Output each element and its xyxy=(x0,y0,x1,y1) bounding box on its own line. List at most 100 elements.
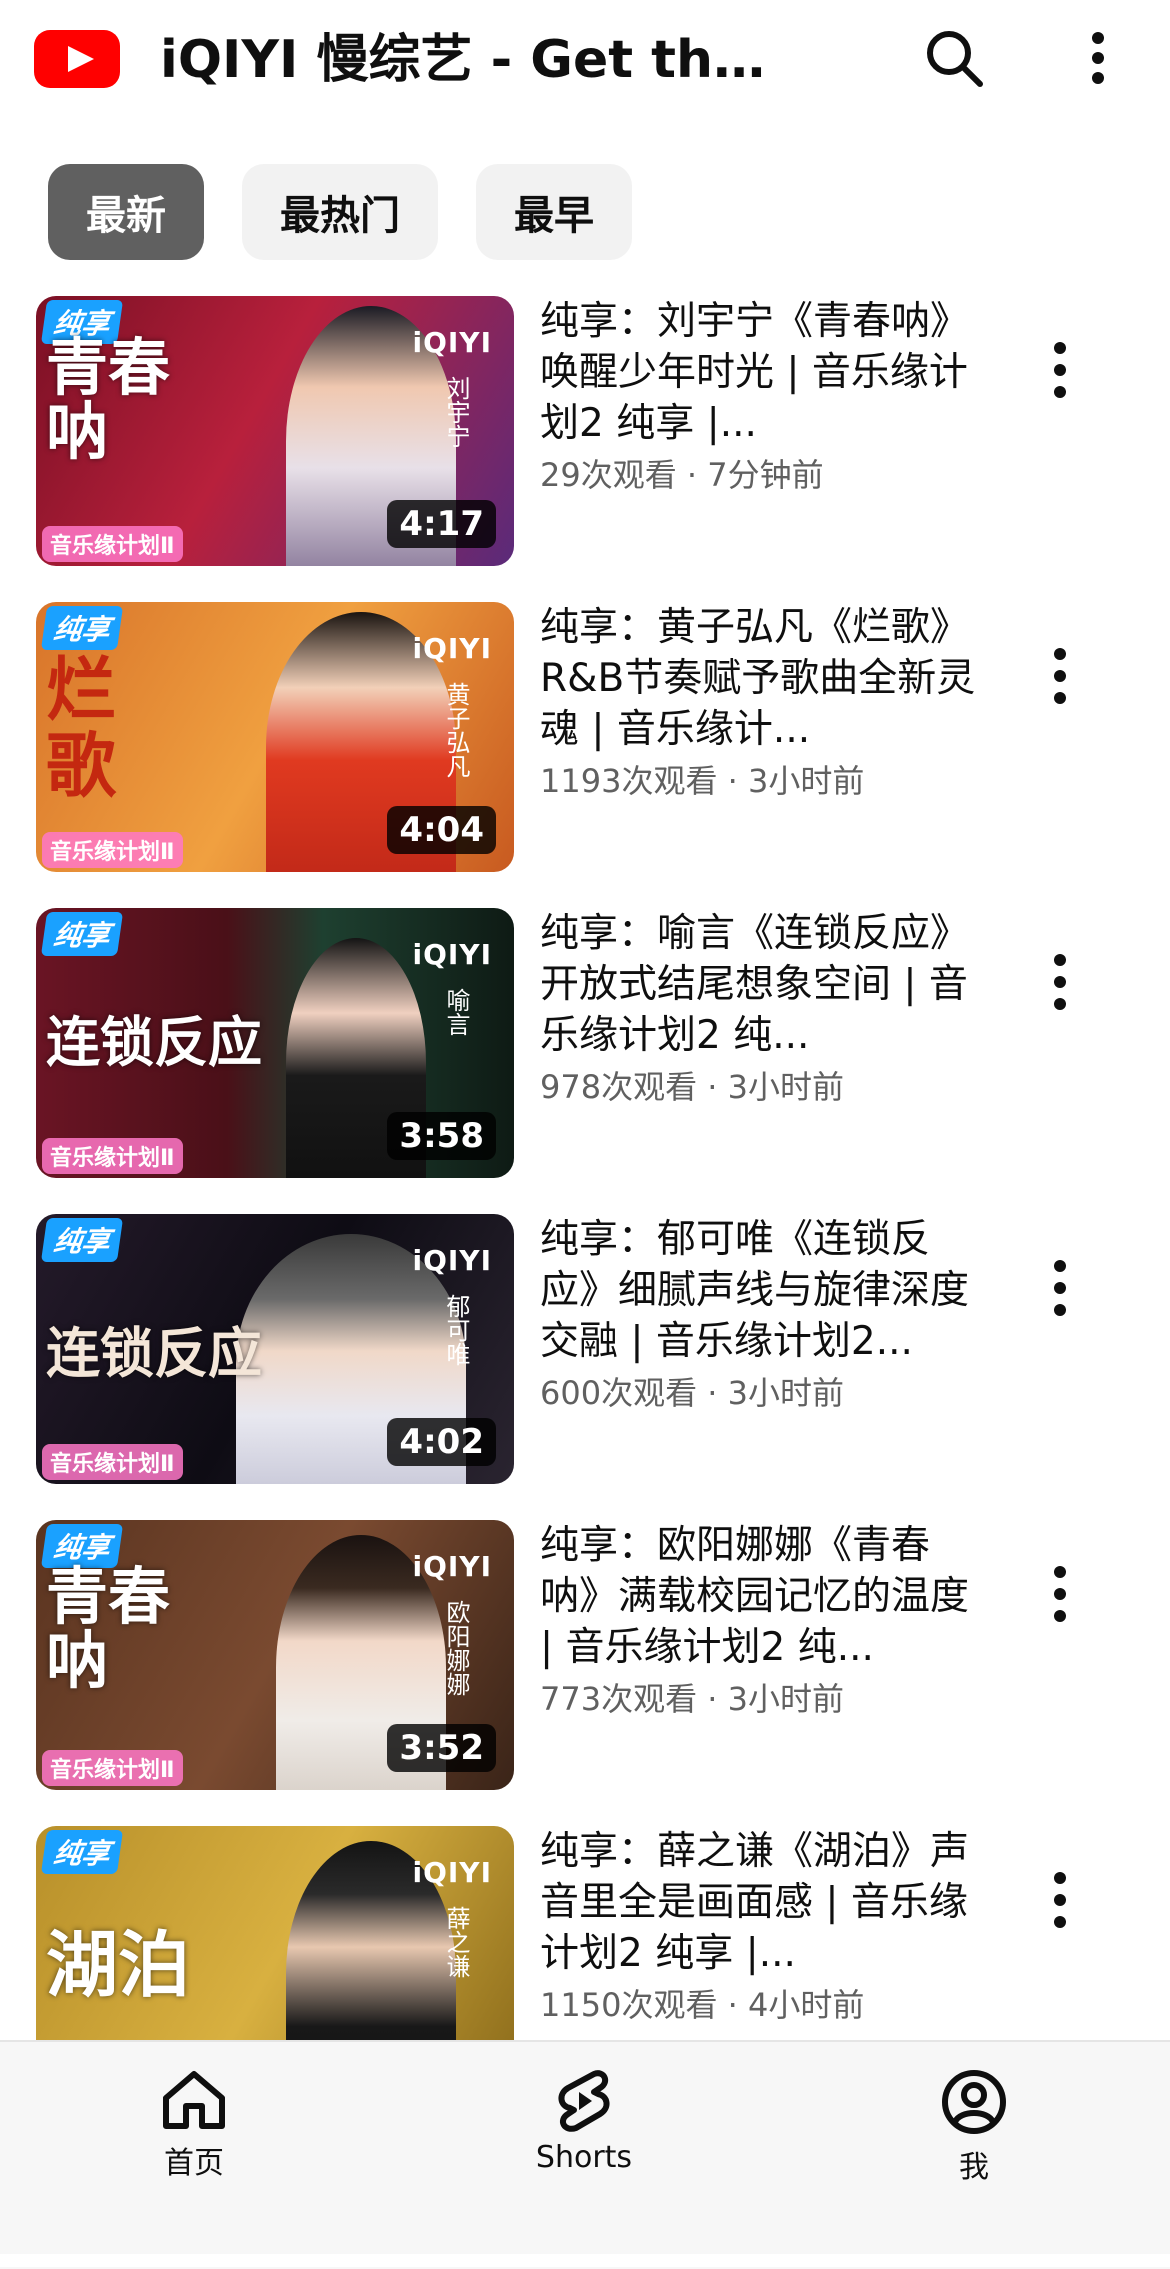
thumb-brand: iQIYI xyxy=(412,1550,492,1583)
thumb-artist: 薛之谦 xyxy=(442,1906,470,1978)
thumb-song-title: 青春呐 xyxy=(46,331,171,468)
chip-oldest[interactable]: 最早 xyxy=(476,164,632,260)
video-title[interactable]: 纯享：欧阳娜娜《青春呐》满载校园记忆的温度 | 音乐缘计划2 纯... xyxy=(540,1520,980,1673)
thumb-brand: iQIYI xyxy=(412,326,492,359)
nav-shorts[interactable]: Shorts xyxy=(484,2068,684,2175)
video-thumbnail[interactable]: 纯享 iQIYI 烂歌 黄子弘凡 音乐缘计划Ⅱ 4:04 xyxy=(36,602,514,872)
thumb-artist: 喻言 xyxy=(442,988,470,1036)
upload-age: 7分钟前 xyxy=(707,456,824,494)
upload-age: 3小时前 xyxy=(747,762,865,800)
thumb-song-title: 湖泊 xyxy=(46,1922,191,2007)
video-meta: 600次观看 · 3小时前 xyxy=(540,1371,980,1415)
view-count: 600次观看 xyxy=(540,1374,698,1412)
thumb-song-title: 青春呐 xyxy=(46,1560,171,1697)
view-count: 29次观看 xyxy=(540,456,677,494)
video-info[interactable]: 纯享：薛之谦《湖泊》声音里全是画面感 | 音乐缘计划2 纯享 |... 1150… xyxy=(540,1826,980,2027)
video-item[interactable]: 纯享 iQIYI 青春呐 刘宇宁 音乐缘计划Ⅱ 4:17 纯享：刘宇宁《青春呐》… xyxy=(0,296,1170,572)
gesture-bar xyxy=(0,2254,1170,2267)
video-info[interactable]: 纯享：欧阳娜娜《青春呐》满载校园记忆的温度 | 音乐缘计划2 纯... 773次… xyxy=(540,1520,980,1721)
video-title[interactable]: 纯享：黄子弘凡《烂歌》R&B节奏赋予歌曲全新灵魂 | 音乐缘计... xyxy=(540,602,980,755)
sort-chips: 最新 最热门 最早 xyxy=(48,164,632,260)
video-meta: 1150次观看 · 4小时前 xyxy=(540,1983,980,2027)
nav-you[interactable]: 我 xyxy=(874,2068,1074,2186)
video-thumbnail[interactable]: 纯享 iQIYI 青春呐 欧阳娜娜 音乐缘计划Ⅱ 3:52 xyxy=(36,1520,514,1790)
channel-title: iQIYI 慢综艺 - Get the... xyxy=(160,30,800,90)
thumb-show-logo: 音乐缘计划Ⅱ xyxy=(42,1138,183,1174)
video-more-icon[interactable] xyxy=(1040,1564,1080,1624)
view-count: 1150次观看 xyxy=(540,1986,718,2024)
thumb-badge: 纯享 xyxy=(40,1218,124,1262)
upload-age: 3小时前 xyxy=(727,1374,844,1412)
video-title[interactable]: 纯享：薛之谦《湖泊》声音里全是画面感 | 音乐缘计划2 纯享 |... xyxy=(540,1826,980,1979)
meta-separator: · xyxy=(717,1986,748,2024)
video-more-icon[interactable] xyxy=(1040,1258,1080,1318)
video-meta: 773次观看 · 3小时前 xyxy=(540,1677,980,1721)
upload-age: 3小时前 xyxy=(727,1068,844,1106)
video-duration: 4:04 xyxy=(387,806,496,854)
thumb-brand: iQIYI xyxy=(412,1856,492,1889)
nav-home[interactable]: 首页 xyxy=(94,2068,294,2182)
video-meta: 978次观看 · 3小时前 xyxy=(540,1065,980,1109)
video-more-icon[interactable] xyxy=(1040,952,1080,1012)
video-thumbnail[interactable]: 纯享 iQIYI 连锁反应 喻言 音乐缘计划Ⅱ 3:58 xyxy=(36,908,514,1178)
shorts-icon xyxy=(558,2070,610,2132)
video-info[interactable]: 纯享：刘宇宁《青春呐》唤醒少年时光 | 音乐缘计划2 纯享 |... 29次观看… xyxy=(540,296,980,497)
thumb-song-title: 烂歌 xyxy=(46,648,116,807)
account-icon xyxy=(942,2070,1006,2134)
video-more-icon[interactable] xyxy=(1040,646,1080,706)
video-info[interactable]: 纯享：郁可唯《连锁反应》细腻声线与旋律深度交融 | 音乐缘计划2... 600次… xyxy=(540,1214,980,1415)
upload-age: 3小时前 xyxy=(727,1680,844,1718)
nav-home-label: 首页 xyxy=(164,2146,224,2181)
thumb-brand: iQIYI xyxy=(412,938,492,971)
video-item[interactable]: 纯享 iQIYI 烂歌 黄子弘凡 音乐缘计划Ⅱ 4:04 纯享：黄子弘凡《烂歌》… xyxy=(0,602,1170,878)
video-meta: 1193次观看 · 3小时前 xyxy=(540,759,980,803)
video-item[interactable]: 纯享 iQIYI 连锁反应 郁可唯 音乐缘计划Ⅱ 4:02 纯享：郁可唯《连锁反… xyxy=(0,1214,1170,1490)
nav-shorts-label: Shorts xyxy=(535,2140,633,2175)
nav-you-label: 我 xyxy=(959,2150,989,2185)
search-icon[interactable] xyxy=(922,26,986,90)
thumb-song-title: 连锁反应 xyxy=(46,1321,262,1385)
meta-separator: · xyxy=(697,1680,728,1718)
video-duration: 4:02 xyxy=(387,1418,496,1466)
view-count: 1193次观看 xyxy=(540,762,718,800)
video-duration: 4:17 xyxy=(387,500,496,548)
video-title[interactable]: 纯享：刘宇宁《青春呐》唤醒少年时光 | 音乐缘计划2 纯享 |... xyxy=(540,296,980,449)
more-vert-icon[interactable] xyxy=(1080,28,1116,88)
chip-latest[interactable]: 最新 xyxy=(48,164,204,260)
thumb-artist: 郁可唯 xyxy=(442,1294,470,1366)
video-info[interactable]: 纯享：黄子弘凡《烂歌》R&B节奏赋予歌曲全新灵魂 | 音乐缘计... 1193次… xyxy=(540,602,980,803)
top-app-bar: iQIYI 慢综艺 - Get the... xyxy=(0,0,1170,140)
video-title[interactable]: 纯享：郁可唯《连锁反应》细腻声线与旋律深度交融 | 音乐缘计划2... xyxy=(540,1214,980,1367)
upload-age: 4小时前 xyxy=(747,1986,865,2024)
video-info[interactable]: 纯享：喻言《连锁反应》开放式结尾想象空间 | 音乐缘计划2 纯... 978次观… xyxy=(540,908,980,1109)
thumb-show-logo: 音乐缘计划Ⅱ xyxy=(42,832,183,868)
meta-separator: · xyxy=(676,456,708,494)
thumb-badge: 纯享 xyxy=(40,1830,124,1874)
view-count: 773次观看 xyxy=(540,1680,698,1718)
bottom-navigation: 首页 Shorts 我 xyxy=(0,2040,1170,2269)
thumb-badge: 纯享 xyxy=(40,606,124,650)
video-more-icon[interactable] xyxy=(1040,1870,1080,1930)
meta-separator: · xyxy=(717,762,748,800)
video-thumbnail[interactable]: 纯享 iQIYI 青春呐 刘宇宁 音乐缘计划Ⅱ 4:17 xyxy=(36,296,514,566)
video-thumbnail[interactable]: 纯享 iQIYI 连锁反应 郁可唯 音乐缘计划Ⅱ 4:02 xyxy=(36,1214,514,1484)
thumb-artist: 欧阳娜娜 xyxy=(442,1600,470,1696)
thumb-artist: 刘宇宁 xyxy=(442,376,470,448)
video-item[interactable]: 纯享 iQIYI 连锁反应 喻言 音乐缘计划Ⅱ 3:58 纯享：喻言《连锁反应》… xyxy=(0,908,1170,1184)
chip-popular[interactable]: 最热门 xyxy=(242,164,438,260)
thumb-badge: 纯享 xyxy=(40,912,124,956)
meta-separator: · xyxy=(697,1374,728,1412)
video-title[interactable]: 纯享：喻言《连锁反应》开放式结尾想象空间 | 音乐缘计划2 纯... xyxy=(540,908,980,1061)
thumb-show-logo: 音乐缘计划Ⅱ xyxy=(42,1750,183,1786)
thumb-show-logo: 音乐缘计划Ⅱ xyxy=(42,1444,183,1480)
video-duration: 3:52 xyxy=(387,1724,496,1772)
thumb-song-title: 连锁反应 xyxy=(46,1010,262,1074)
video-item[interactable]: 纯享 iQIYI 青春呐 欧阳娜娜 音乐缘计划Ⅱ 3:52 纯享：欧阳娜娜《青春… xyxy=(0,1520,1170,1796)
meta-separator: · xyxy=(697,1068,728,1106)
youtube-logo-icon[interactable] xyxy=(34,30,120,88)
video-more-icon[interactable] xyxy=(1040,340,1080,400)
home-icon xyxy=(163,2071,225,2129)
thumb-artist: 黄子弘凡 xyxy=(442,682,470,778)
thumb-brand: iQIYI xyxy=(412,632,492,665)
view-count: 978次观看 xyxy=(540,1068,698,1106)
